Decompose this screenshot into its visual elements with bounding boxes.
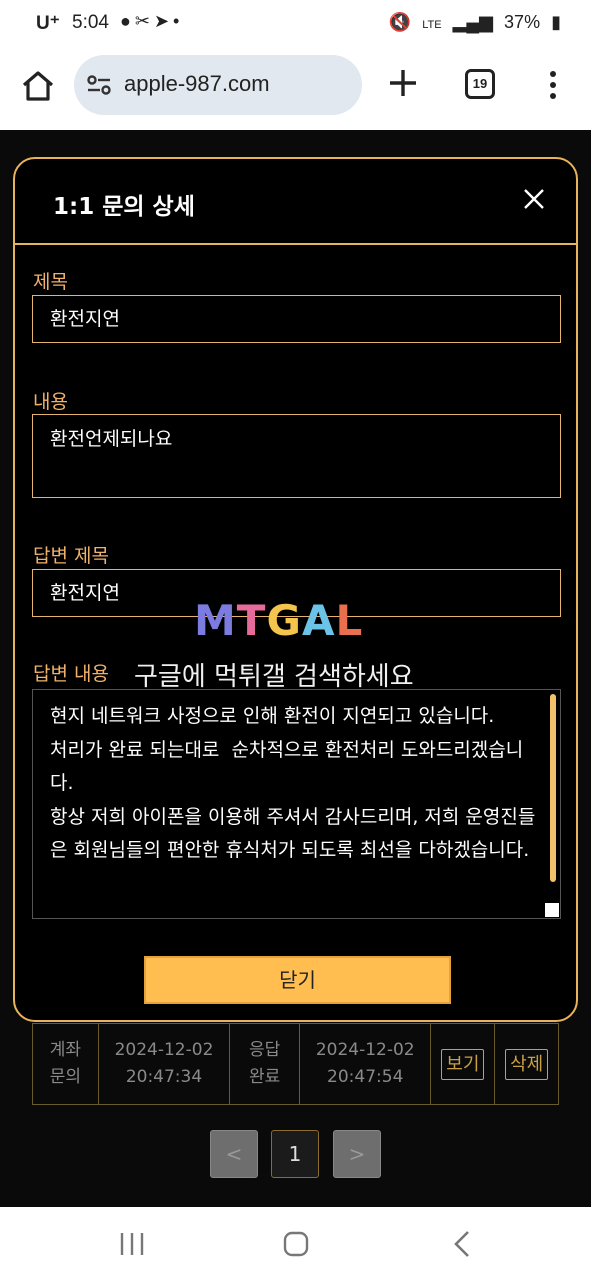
back-nav-icon[interactable] xyxy=(442,1227,482,1261)
delete-cell: 삭제 xyxy=(495,1024,558,1104)
new-tab-icon[interactable] xyxy=(386,66,420,100)
inquiry-date-cell: 2024-12-02 20:47:34 xyxy=(99,1024,231,1104)
network-label: LTE xyxy=(422,19,442,31)
content-label: 내용 xyxy=(33,391,68,413)
recent-apps-icon[interactable] xyxy=(112,1227,152,1261)
address-bar[interactable]: apple-987.com xyxy=(74,55,362,115)
answer-scrollbar[interactable] xyxy=(550,694,556,882)
browser-toolbar: apple-987.com 19 xyxy=(0,48,591,130)
carrier-label: U⁺ xyxy=(36,13,60,34)
close-button[interactable]: 닫기 xyxy=(144,956,451,1004)
page-1-button[interactable]: 1 xyxy=(271,1130,319,1178)
answer-subject-label: 답변 제목 xyxy=(33,545,109,567)
content-field[interactable]: 환전언제되나요 xyxy=(32,414,561,498)
prev-page-button[interactable]: < xyxy=(210,1130,258,1178)
view-button[interactable]: 보기 xyxy=(441,1048,485,1080)
more-menu-icon[interactable] xyxy=(544,68,562,102)
mute-icon: 🔇 xyxy=(388,12,412,32)
modal-header: 1:1 문의 상세 xyxy=(15,159,576,245)
home-icon[interactable] xyxy=(20,68,56,104)
notification-icons: ●✂➤• xyxy=(120,11,184,31)
close-icon[interactable] xyxy=(522,187,546,211)
url-text: apple-987.com xyxy=(124,71,270,96)
answer-content-text: 현지 네트워크 사정으로 인해 환전이 지연되고 있습니다. 처리가 완료 되는… xyxy=(50,705,536,861)
subject-field[interactable]: 환전지연 xyxy=(32,295,561,343)
watermark-logo: MTGAL xyxy=(194,596,364,645)
answer-content-label: 답변 내용 xyxy=(33,663,109,685)
next-page-button[interactable]: > xyxy=(333,1130,381,1178)
inquiry-status-cell: 응답 완료 xyxy=(230,1024,300,1104)
battery-icon: ▮ xyxy=(551,12,561,32)
home-nav-icon[interactable] xyxy=(276,1227,316,1261)
watermark-text: 구글에 먹튀갤 검색하세요 xyxy=(134,662,414,692)
tab-switcher-button[interactable]: 19 xyxy=(465,69,495,99)
system-indicators: 🔇 LTE ▂▄▆ 37% ▮ xyxy=(383,12,561,33)
inquiry-detail-modal: 1:1 문의 상세 제목 환전지연 내용 환전언제되나요 답변 제목 환전지연 … xyxy=(13,157,578,1022)
site-settings-icon[interactable] xyxy=(87,74,111,96)
answer-content-field[interactable]: 현지 네트워크 사정으로 인해 환전이 지연되고 있습니다. 처리가 완료 되는… xyxy=(32,689,561,919)
system-nav-bar xyxy=(0,1207,591,1280)
delete-button[interactable]: 삭제 xyxy=(505,1048,549,1080)
inquiry-table-row: 계좌 문의 2024-12-02 20:47:34 응답 완료 2024-12-… xyxy=(32,1023,559,1105)
battery-label: 37% xyxy=(504,12,541,32)
resize-grip-icon[interactable] xyxy=(545,903,559,917)
status-bar: U⁺ 5:04 ●✂➤• 🔇 LTE ▂▄▆ 37% ▮ xyxy=(0,0,591,48)
clock: 5:04 xyxy=(72,12,109,33)
view-cell: 보기 xyxy=(431,1024,496,1104)
subject-label: 제목 xyxy=(33,271,68,293)
modal-title: 1:1 문의 상세 xyxy=(53,194,195,220)
answer-date-cell: 2024-12-02 20:47:54 xyxy=(300,1024,432,1104)
inquiry-type-cell: 계좌 문의 xyxy=(33,1024,99,1104)
signal-icon: ▂▄▆ xyxy=(452,12,494,32)
